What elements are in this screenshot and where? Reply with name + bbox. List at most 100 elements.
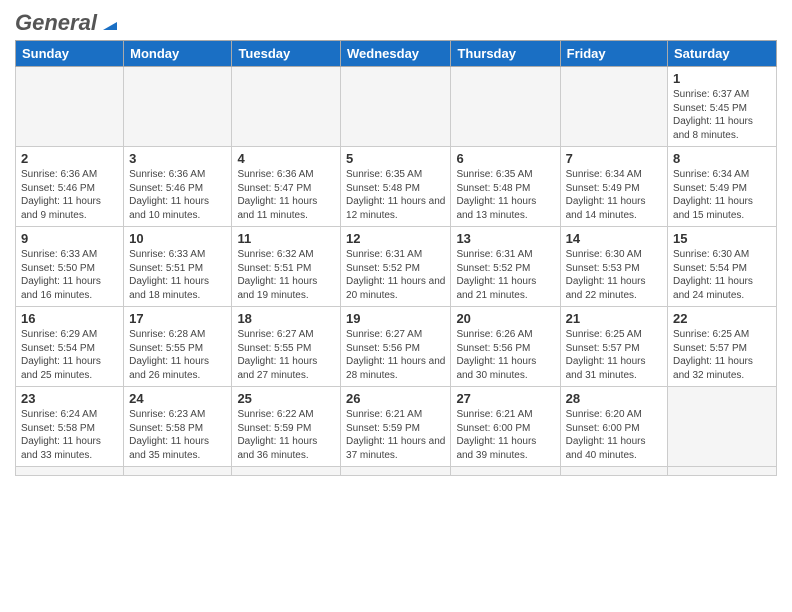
logo-general-text: General [15, 10, 97, 36]
day-info: Sunrise: 6:33 AM Sunset: 5:51 PM Dayligh… [129, 248, 226, 302]
calendar-cell: 26 Sunrise: 6:21 AM Sunset: 5:59 PM Dayli… [341, 387, 451, 467]
day-info: Sunrise: 6:34 AM Sunset: 5:49 PM Dayligh… [566, 168, 662, 222]
day-number: 25 [237, 391, 335, 406]
day-info: Sunrise: 6:30 AM Sunset: 5:54 PM Dayligh… [673, 248, 771, 302]
day-number: 10 [129, 231, 226, 246]
calendar-row-1: 2Sunrise: 6:36 AM Sunset: 5:46 PM Daylig… [16, 147, 777, 227]
day-number: 12 [346, 231, 445, 246]
day-info: Sunrise: 6:21 AM Sunset: 5:59 PM Dayligh… [346, 408, 445, 462]
calendar-cell: 28 Sunrise: 6:20 AM Sunset: 6:00 PM Dayli… [560, 387, 667, 467]
calendar-cell: 27 Sunrise: 6:21 AM Sunset: 6:00 PM Dayli… [451, 387, 560, 467]
calendar-row-3: 16 Sunrise: 6:29 AM Sunset: 5:54 PM Dayli… [16, 307, 777, 387]
day-info: Sunrise: 6:35 AM Sunset: 5:48 PM Dayligh… [346, 168, 445, 222]
calendar-row-2: 9 Sunrise: 6:33 AM Sunset: 5:50 PM Daylig… [16, 227, 777, 307]
calendar-cell [232, 67, 341, 147]
calendar-cell: 14 Sunrise: 6:30 AM Sunset: 5:53 PM Dayli… [560, 227, 667, 307]
calendar-cell: 5 Sunrise: 6:35 AM Sunset: 5:48 PM Daylig… [341, 147, 451, 227]
calendar-cell: 10 Sunrise: 6:33 AM Sunset: 5:51 PM Dayli… [124, 227, 232, 307]
logo-arrow-icon [99, 12, 121, 34]
day-number: 28 [566, 391, 662, 406]
calendar-table: SundayMondayTuesdayWednesdayThursdayFrid… [15, 40, 777, 476]
calendar-cell: 13 Sunrise: 6:31 AM Sunset: 5:52 PM Dayli… [451, 227, 560, 307]
day-info: Sunrise: 6:34 AM Sunset: 5:49 PM Dayligh… [673, 168, 771, 222]
day-number: 13 [456, 231, 554, 246]
calendar-cell [16, 67, 124, 147]
calendar-cell: 6Sunrise: 6:35 AM Sunset: 5:48 PM Daylig… [451, 147, 560, 227]
calendar-cell: 8 Sunrise: 6:34 AM Sunset: 5:49 PM Daylig… [668, 147, 777, 227]
day-info: Sunrise: 6:20 AM Sunset: 6:00 PM Dayligh… [566, 408, 662, 462]
calendar-cell: 20Sunrise: 6:26 AM Sunset: 5:56 PM Dayli… [451, 307, 560, 387]
day-number: 26 [346, 391, 445, 406]
day-number: 14 [566, 231, 662, 246]
day-number: 9 [21, 231, 118, 246]
calendar-cell: 9 Sunrise: 6:33 AM Sunset: 5:50 PM Daylig… [16, 227, 124, 307]
day-info: Sunrise: 6:29 AM Sunset: 5:54 PM Dayligh… [21, 328, 118, 382]
weekday-header-thursday: Thursday [451, 41, 560, 67]
day-info: Sunrise: 6:30 AM Sunset: 5:53 PM Dayligh… [566, 248, 662, 302]
calendar-cell [668, 467, 777, 476]
day-number: 3 [129, 151, 226, 166]
calendar-cell [124, 467, 232, 476]
day-info: Sunrise: 6:36 AM Sunset: 5:46 PM Dayligh… [21, 168, 118, 222]
weekday-header-tuesday: Tuesday [232, 41, 341, 67]
day-info: Sunrise: 6:35 AM Sunset: 5:48 PM Dayligh… [456, 168, 554, 222]
calendar-cell: 23Sunrise: 6:24 AM Sunset: 5:58 PM Dayli… [16, 387, 124, 467]
calendar-body: 1Sunrise: 6:37 AM Sunset: 5:45 PM Daylig… [16, 67, 777, 476]
day-number: 15 [673, 231, 771, 246]
calendar-cell: 2Sunrise: 6:36 AM Sunset: 5:46 PM Daylig… [16, 147, 124, 227]
day-info: Sunrise: 6:25 AM Sunset: 5:57 PM Dayligh… [566, 328, 662, 382]
day-number: 5 [346, 151, 445, 166]
calendar-row-0: 1Sunrise: 6:37 AM Sunset: 5:45 PM Daylig… [16, 67, 777, 147]
logo: General [15, 10, 121, 32]
calendar-cell [668, 387, 777, 467]
calendar-cell [451, 467, 560, 476]
calendar-cell: 19 Sunrise: 6:27 AM Sunset: 5:56 PM Dayli… [341, 307, 451, 387]
day-info: Sunrise: 6:24 AM Sunset: 5:58 PM Dayligh… [21, 408, 118, 462]
day-number: 4 [237, 151, 335, 166]
day-number: 8 [673, 151, 771, 166]
weekday-header-monday: Monday [124, 41, 232, 67]
day-info: Sunrise: 6:21 AM Sunset: 6:00 PM Dayligh… [456, 408, 554, 462]
calendar-cell: 12Sunrise: 6:31 AM Sunset: 5:52 PM Dayli… [341, 227, 451, 307]
calendar-cell: 4 Sunrise: 6:36 AM Sunset: 5:47 PM Daylig… [232, 147, 341, 227]
day-number: 18 [237, 311, 335, 326]
weekday-header-row: SundayMondayTuesdayWednesdayThursdayFrid… [16, 41, 777, 67]
day-number: 16 [21, 311, 118, 326]
calendar-cell: 24Sunrise: 6:23 AM Sunset: 5:58 PM Dayli… [124, 387, 232, 467]
day-number: 11 [237, 231, 335, 246]
calendar-cell [341, 467, 451, 476]
day-info: Sunrise: 6:27 AM Sunset: 5:55 PM Dayligh… [237, 328, 335, 382]
calendar-cell: 3Sunrise: 6:36 AM Sunset: 5:46 PM Daylig… [124, 147, 232, 227]
calendar-cell [560, 67, 667, 147]
day-info: Sunrise: 6:33 AM Sunset: 5:50 PM Dayligh… [21, 248, 118, 302]
weekday-header-sunday: Sunday [16, 41, 124, 67]
calendar-cell [341, 67, 451, 147]
day-info: Sunrise: 6:32 AM Sunset: 5:51 PM Dayligh… [237, 248, 335, 302]
calendar-cell [124, 67, 232, 147]
calendar-row-4: 23Sunrise: 6:24 AM Sunset: 5:58 PM Dayli… [16, 387, 777, 467]
calendar-cell: 18 Sunrise: 6:27 AM Sunset: 5:55 PM Dayli… [232, 307, 341, 387]
day-info: Sunrise: 6:22 AM Sunset: 5:59 PM Dayligh… [237, 408, 335, 462]
calendar-cell: 22Sunrise: 6:25 AM Sunset: 5:57 PM Dayli… [668, 307, 777, 387]
calendar-cell: 7 Sunrise: 6:34 AM Sunset: 5:49 PM Daylig… [560, 147, 667, 227]
day-number: 7 [566, 151, 662, 166]
day-info: Sunrise: 6:28 AM Sunset: 5:55 PM Dayligh… [129, 328, 226, 382]
calendar-cell [451, 67, 560, 147]
day-number: 21 [566, 311, 662, 326]
day-info: Sunrise: 6:31 AM Sunset: 5:52 PM Dayligh… [456, 248, 554, 302]
header: General [15, 10, 777, 32]
calendar-cell: 16 Sunrise: 6:29 AM Sunset: 5:54 PM Dayli… [16, 307, 124, 387]
calendar-cell [232, 467, 341, 476]
day-number: 27 [456, 391, 554, 406]
day-number: 22 [673, 311, 771, 326]
calendar-cell: 21 Sunrise: 6:25 AM Sunset: 5:57 PM Dayli… [560, 307, 667, 387]
calendar-cell: 11 Sunrise: 6:32 AM Sunset: 5:51 PM Dayli… [232, 227, 341, 307]
calendar-cell: 15 Sunrise: 6:30 AM Sunset: 5:54 PM Dayli… [668, 227, 777, 307]
day-number: 1 [673, 71, 771, 86]
day-info: Sunrise: 6:27 AM Sunset: 5:56 PM Dayligh… [346, 328, 445, 382]
day-info: Sunrise: 6:36 AM Sunset: 5:47 PM Dayligh… [237, 168, 335, 222]
weekday-header-friday: Friday [560, 41, 667, 67]
day-number: 19 [346, 311, 445, 326]
calendar-cell: 1Sunrise: 6:37 AM Sunset: 5:45 PM Daylig… [668, 67, 777, 147]
calendar-row-5 [16, 467, 777, 476]
